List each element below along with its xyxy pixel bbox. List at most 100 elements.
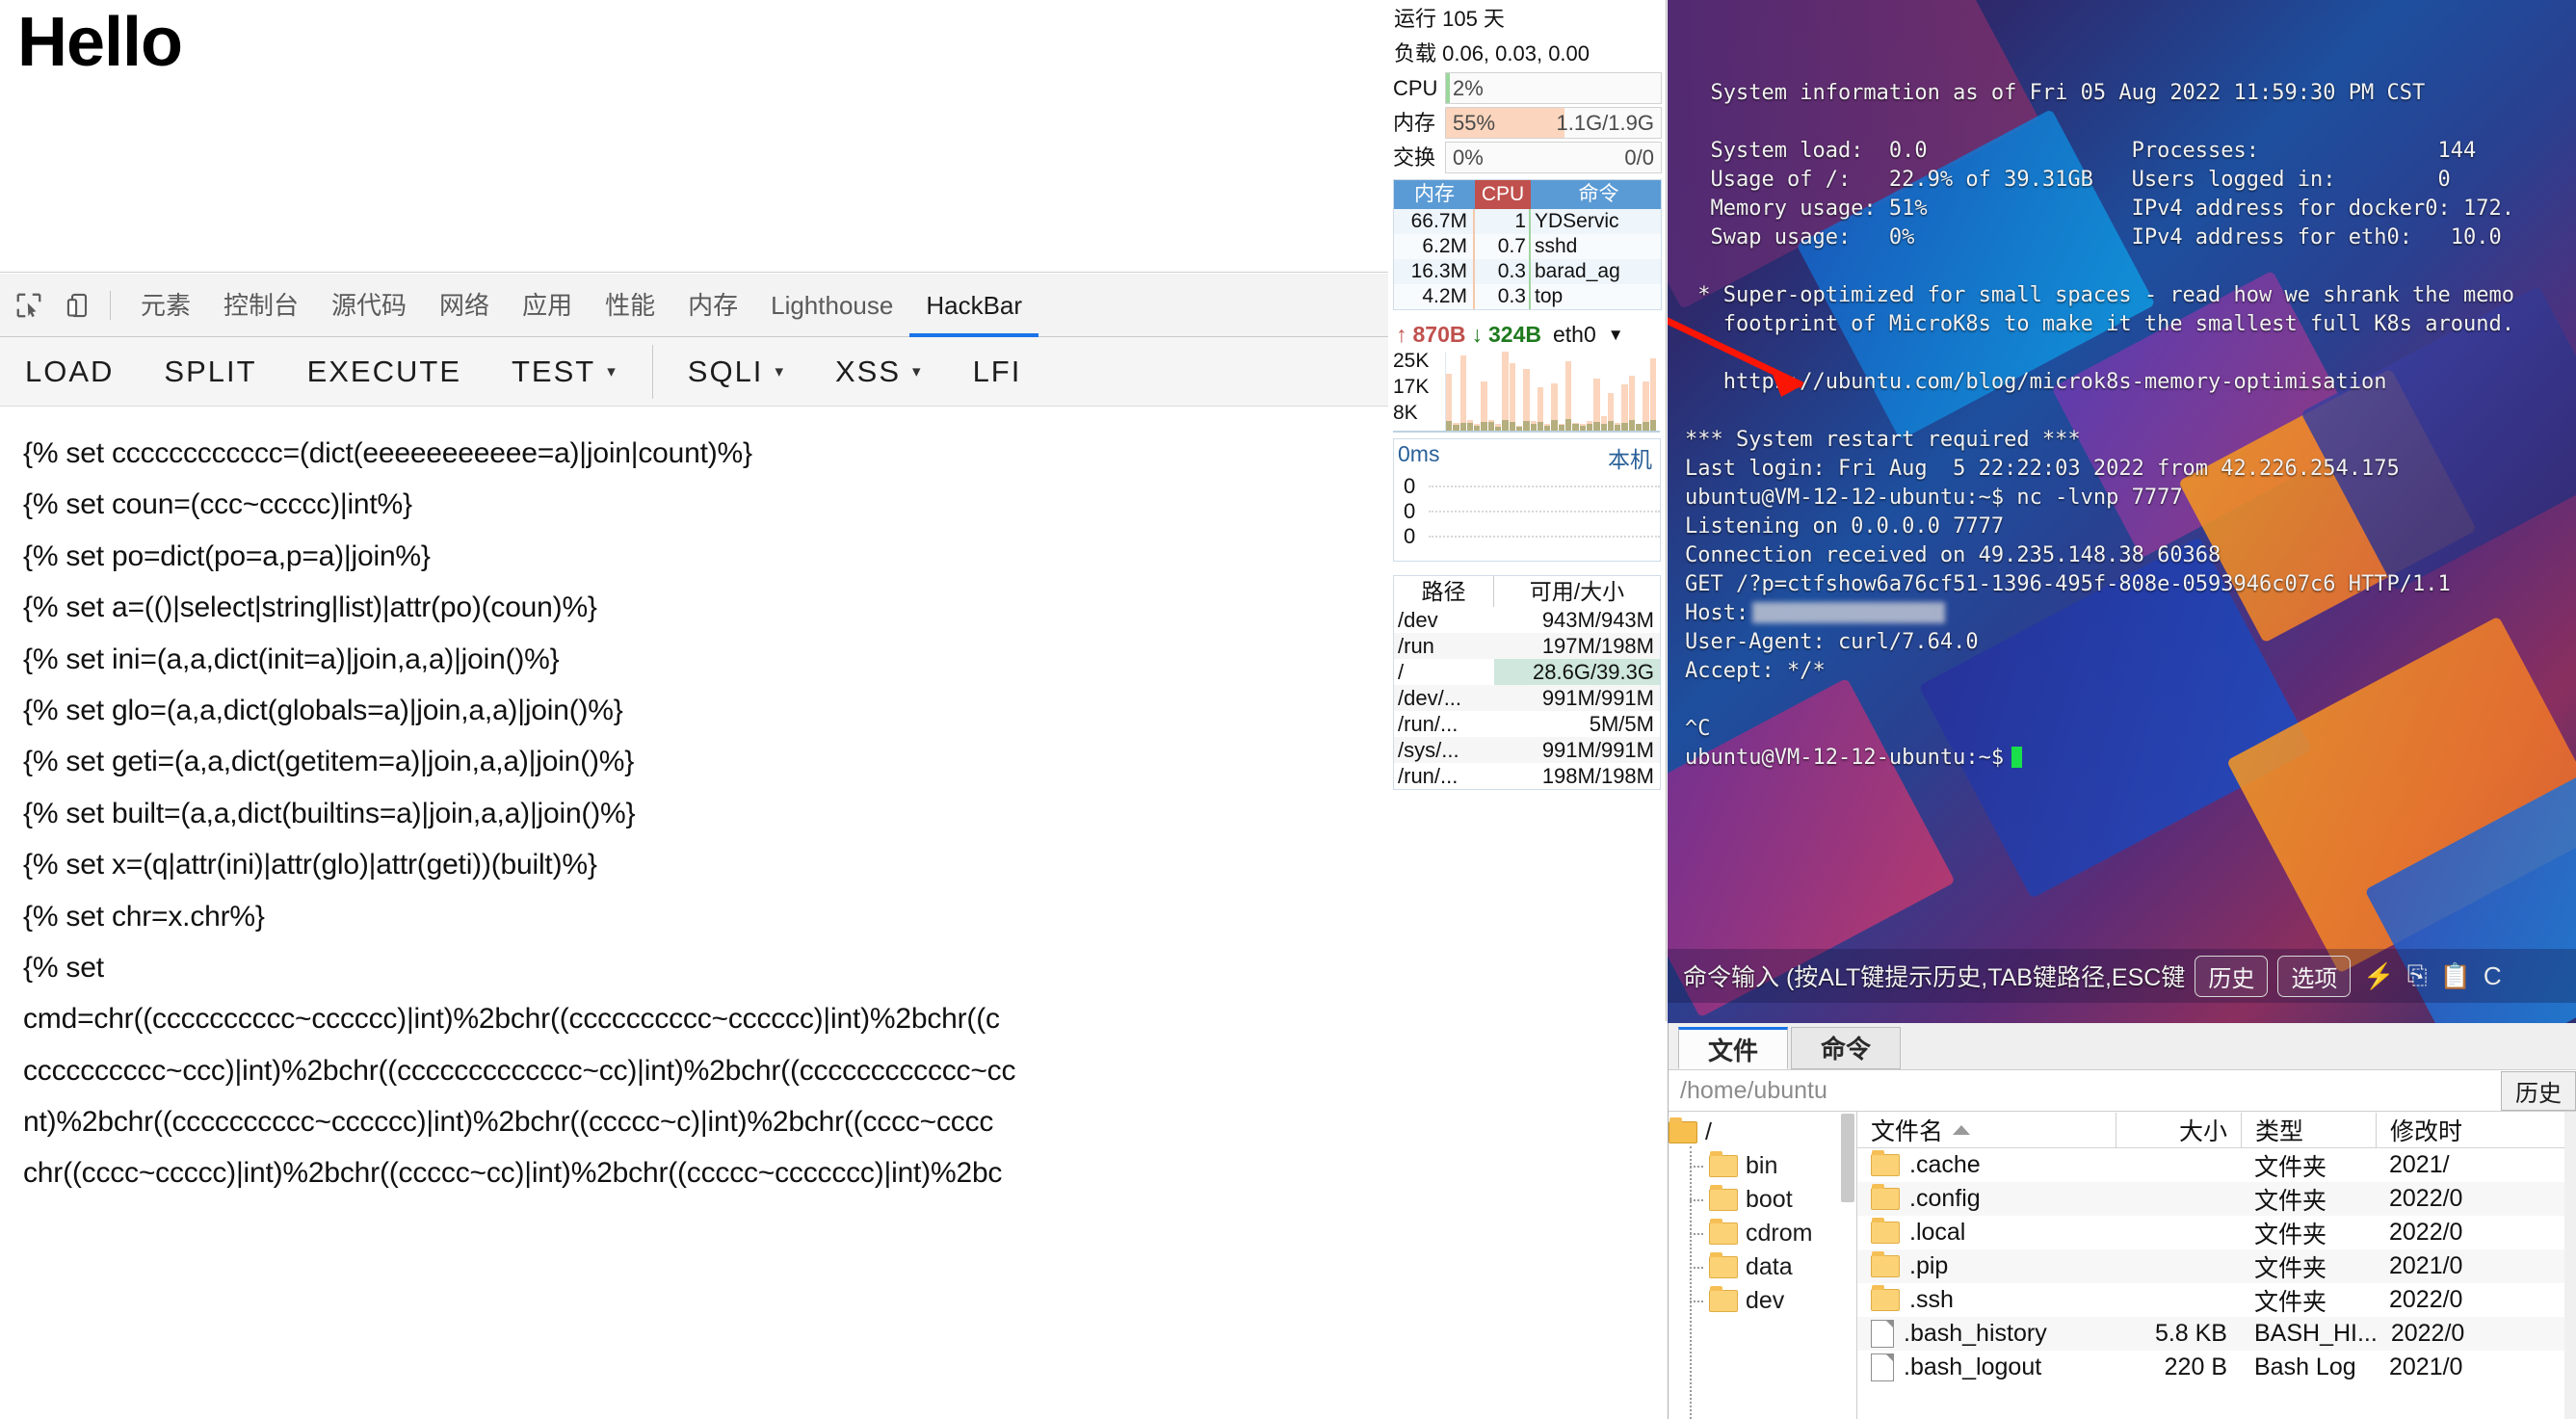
tree-item[interactable]: cdrom bbox=[1669, 1217, 1856, 1250]
file-type: Bash Log bbox=[2254, 1353, 2356, 1380]
process-row[interactable]: 6.2M 0.7 sshd bbox=[1394, 234, 1661, 259]
file-browser-tab-1[interactable]: 命令 bbox=[1791, 1027, 1902, 1069]
devtools-tab-3[interactable]: 网络 bbox=[423, 274, 506, 337]
disk-row[interactable]: /run 197M/198M bbox=[1394, 633, 1660, 659]
latency-row-value: 0 bbox=[1404, 499, 1416, 523]
hackbar-button-split[interactable]: SPLIT bbox=[139, 337, 281, 407]
disk-size: 28.6G/39.3G bbox=[1494, 659, 1660, 685]
file-row[interactable]: .ssh 文件夹 2022/0 bbox=[1857, 1283, 2576, 1317]
command-options-button[interactable]: 选项 bbox=[2277, 955, 2352, 997]
directory-tree[interactable]: / bin boot cdrom data dev bbox=[1669, 1112, 1857, 1419]
file-history-button[interactable]: 历史 bbox=[2501, 1070, 2576, 1111]
net-bar bbox=[1600, 352, 1607, 431]
chevron-down-icon[interactable]: ▾ bbox=[607, 362, 618, 381]
process-row[interactable]: 4.2M 0.3 top bbox=[1394, 284, 1661, 309]
hackbar-button-test[interactable]: TEST ▾ bbox=[486, 337, 643, 407]
disk-row[interactable]: /run/... 5M/5M bbox=[1394, 711, 1660, 737]
disk-row[interactable]: /dev 943M/943M bbox=[1394, 607, 1660, 633]
chevron-down-icon[interactable]: ▾ bbox=[912, 362, 923, 381]
device-toolbar-icon[interactable] bbox=[58, 284, 100, 327]
col-header-filename[interactable]: 文件名 bbox=[1857, 1113, 2116, 1147]
disk-row[interactable]: /run/... 198M/198M bbox=[1394, 763, 1660, 789]
col-header-memory[interactable]: 内存 bbox=[1394, 180, 1475, 209]
disk-size: 943M/943M bbox=[1541, 608, 1654, 632]
hackbar-button-load[interactable]: LOAD bbox=[0, 337, 139, 407]
hackbar-button-lfi[interactable]: LFI bbox=[948, 337, 1047, 407]
bolt-icon[interactable]: ⚡ bbox=[2363, 961, 2394, 991]
payload-wrapped-line: cmd=chr((cccccccccc~cccccc)|int)%2bchr((… bbox=[23, 1003, 1000, 1036]
chevron-down-icon[interactable]: ▼ bbox=[1608, 326, 1624, 345]
file-type: 文件夹 bbox=[2254, 1254, 2327, 1282]
net-bar bbox=[1615, 352, 1621, 431]
command-input-placeholder[interactable]: 命令输入 (按ALT键提示历史,TAB键路径,ESC键 bbox=[1683, 959, 2185, 993]
tree-item[interactable]: dev bbox=[1669, 1284, 1856, 1318]
terminal-line: ^C bbox=[1685, 715, 2576, 744]
file-row[interactable]: .cache 文件夹 2021/ bbox=[1857, 1148, 2576, 1182]
file-row[interactable]: .local 文件夹 2022/0 bbox=[1857, 1216, 2576, 1249]
devtools-tab-4[interactable]: 应用 bbox=[506, 274, 589, 337]
tree-item-root[interactable]: / bbox=[1669, 1116, 1856, 1149]
terminal-line: GET /?p=ctfshow6a76cf51-1396-495f-808e-0… bbox=[1685, 570, 2576, 599]
devtools-tab-8[interactable]: HackBar bbox=[909, 274, 1038, 337]
command-input-bar[interactable]: 命令输入 (按ALT键提示历史,TAB键路径,ESC键 历史 选项 ⚡ ⎘ 📋 … bbox=[1668, 949, 2576, 1003]
file-list[interactable]: 文件名 大小 类型 修改时 .cache 文件夹 2021/ .config 文件夹 20… bbox=[1857, 1112, 2576, 1419]
disk-row[interactable]: /dev/... 991M/991M bbox=[1394, 685, 1660, 711]
file-list-scrollbar[interactable] bbox=[2564, 1112, 2576, 1419]
hackbar-payload-body[interactable]: {% set cccccccccccc=(dict(eeeeeeeeeee=a)… bbox=[0, 407, 1388, 1419]
disk-size: 197M/198M bbox=[1541, 634, 1654, 658]
devtools-tab-0[interactable]: 元素 bbox=[124, 274, 207, 337]
col-header-size[interactable]: 大小 bbox=[2116, 1112, 2241, 1147]
devtools-tab-6[interactable]: 内存 bbox=[671, 274, 754, 337]
devtools-tab-2[interactable]: 源代码 bbox=[315, 274, 423, 337]
tree-scrollbar[interactable] bbox=[1841, 1114, 1854, 1202]
file-row[interactable]: .bash_logout 220 B Bash Log 2021/0 bbox=[1857, 1351, 2576, 1384]
col-header-path[interactable]: 路径 bbox=[1394, 576, 1494, 607]
hackbar-button-sqli[interactable]: SQLI ▾ bbox=[663, 337, 810, 407]
devtools-tab-5[interactable]: 性能 bbox=[589, 274, 671, 337]
disk-row[interactable]: / 28.6G/39.3G bbox=[1394, 659, 1660, 685]
hackbar-button-execute[interactable]: EXECUTE bbox=[282, 337, 486, 407]
col-header-type[interactable]: 类型 bbox=[2241, 1112, 2376, 1147]
process-row[interactable]: 16.3M 0.3 barad_ag bbox=[1394, 259, 1661, 284]
net-bar bbox=[1636, 352, 1643, 431]
metric-bar-text: 0% 0/0 bbox=[1453, 143, 1654, 172]
tree-item[interactable]: bin bbox=[1669, 1149, 1856, 1183]
file-row[interactable]: .bash_history 5.8 KB BASH_HI... 2022/0 bbox=[1857, 1317, 2576, 1351]
process-cpu: 0.3 bbox=[1475, 259, 1531, 284]
col-header-cpu[interactable]: CPU bbox=[1475, 180, 1531, 209]
ssh-terminal[interactable]: System information as of Fri 05 Aug 2022… bbox=[1668, 0, 2576, 1023]
download-rate: 324B bbox=[1487, 322, 1541, 347]
file-row[interactable]: .pip 文件夹 2021/0 bbox=[1857, 1249, 2576, 1283]
disk-row[interactable]: /sys/... 991M/991M bbox=[1394, 737, 1660, 763]
metric-label: CPU bbox=[1393, 76, 1438, 100]
copy-icon[interactable]: ⎘ bbox=[2407, 960, 2428, 991]
col-header-command[interactable]: 命令 bbox=[1531, 180, 1661, 209]
tree-item[interactable]: data bbox=[1669, 1250, 1856, 1284]
path-input[interactable]: /home/ubuntu bbox=[1680, 1077, 2501, 1105]
inspect-element-icon[interactable] bbox=[8, 284, 50, 327]
metric-bar: 0% 0/0 bbox=[1445, 142, 1662, 173]
devtools-tab-7[interactable]: Lighthouse bbox=[754, 274, 909, 337]
chevron-down-icon[interactable]: ▾ bbox=[775, 362, 785, 381]
net-bar bbox=[1509, 352, 1515, 431]
command-history-button[interactable]: 历史 bbox=[2195, 955, 2269, 997]
process-cmd: sshd bbox=[1535, 235, 1578, 257]
net-bar bbox=[1621, 352, 1628, 431]
file-row[interactable]: .config 文件夹 2022/0 bbox=[1857, 1182, 2576, 1216]
letter-c-icon[interactable]: C bbox=[2484, 961, 2502, 991]
terminal-line-text: GET /?p=ctfshow6a76cf51-1396-495f-808e-0… bbox=[1685, 572, 2451, 596]
network-interface-name[interactable]: eth0 bbox=[1553, 322, 1596, 348]
col-header-avail-size[interactable]: 可用/大小 bbox=[1494, 576, 1660, 607]
file-browser-tab-0[interactable]: 文件 bbox=[1678, 1027, 1789, 1069]
process-row[interactable]: 66.7M 1 YDServic bbox=[1394, 209, 1661, 234]
terminal-line: User-Agent: curl/7.64.0 bbox=[1685, 628, 2576, 657]
tree-item[interactable]: boot bbox=[1669, 1183, 1856, 1217]
latency-row: 0 bbox=[1394, 499, 1660, 524]
devtools-tab-1[interactable]: 控制台 bbox=[207, 274, 315, 337]
col-header-modified[interactable]: 修改时 bbox=[2376, 1112, 2576, 1147]
process-cpu: 1 bbox=[1475, 209, 1531, 234]
hackbar-button-xss[interactable]: XSS ▾ bbox=[810, 337, 948, 407]
paste-icon[interactable]: 📋 bbox=[2440, 961, 2471, 991]
net-bar-download bbox=[1481, 421, 1487, 431]
